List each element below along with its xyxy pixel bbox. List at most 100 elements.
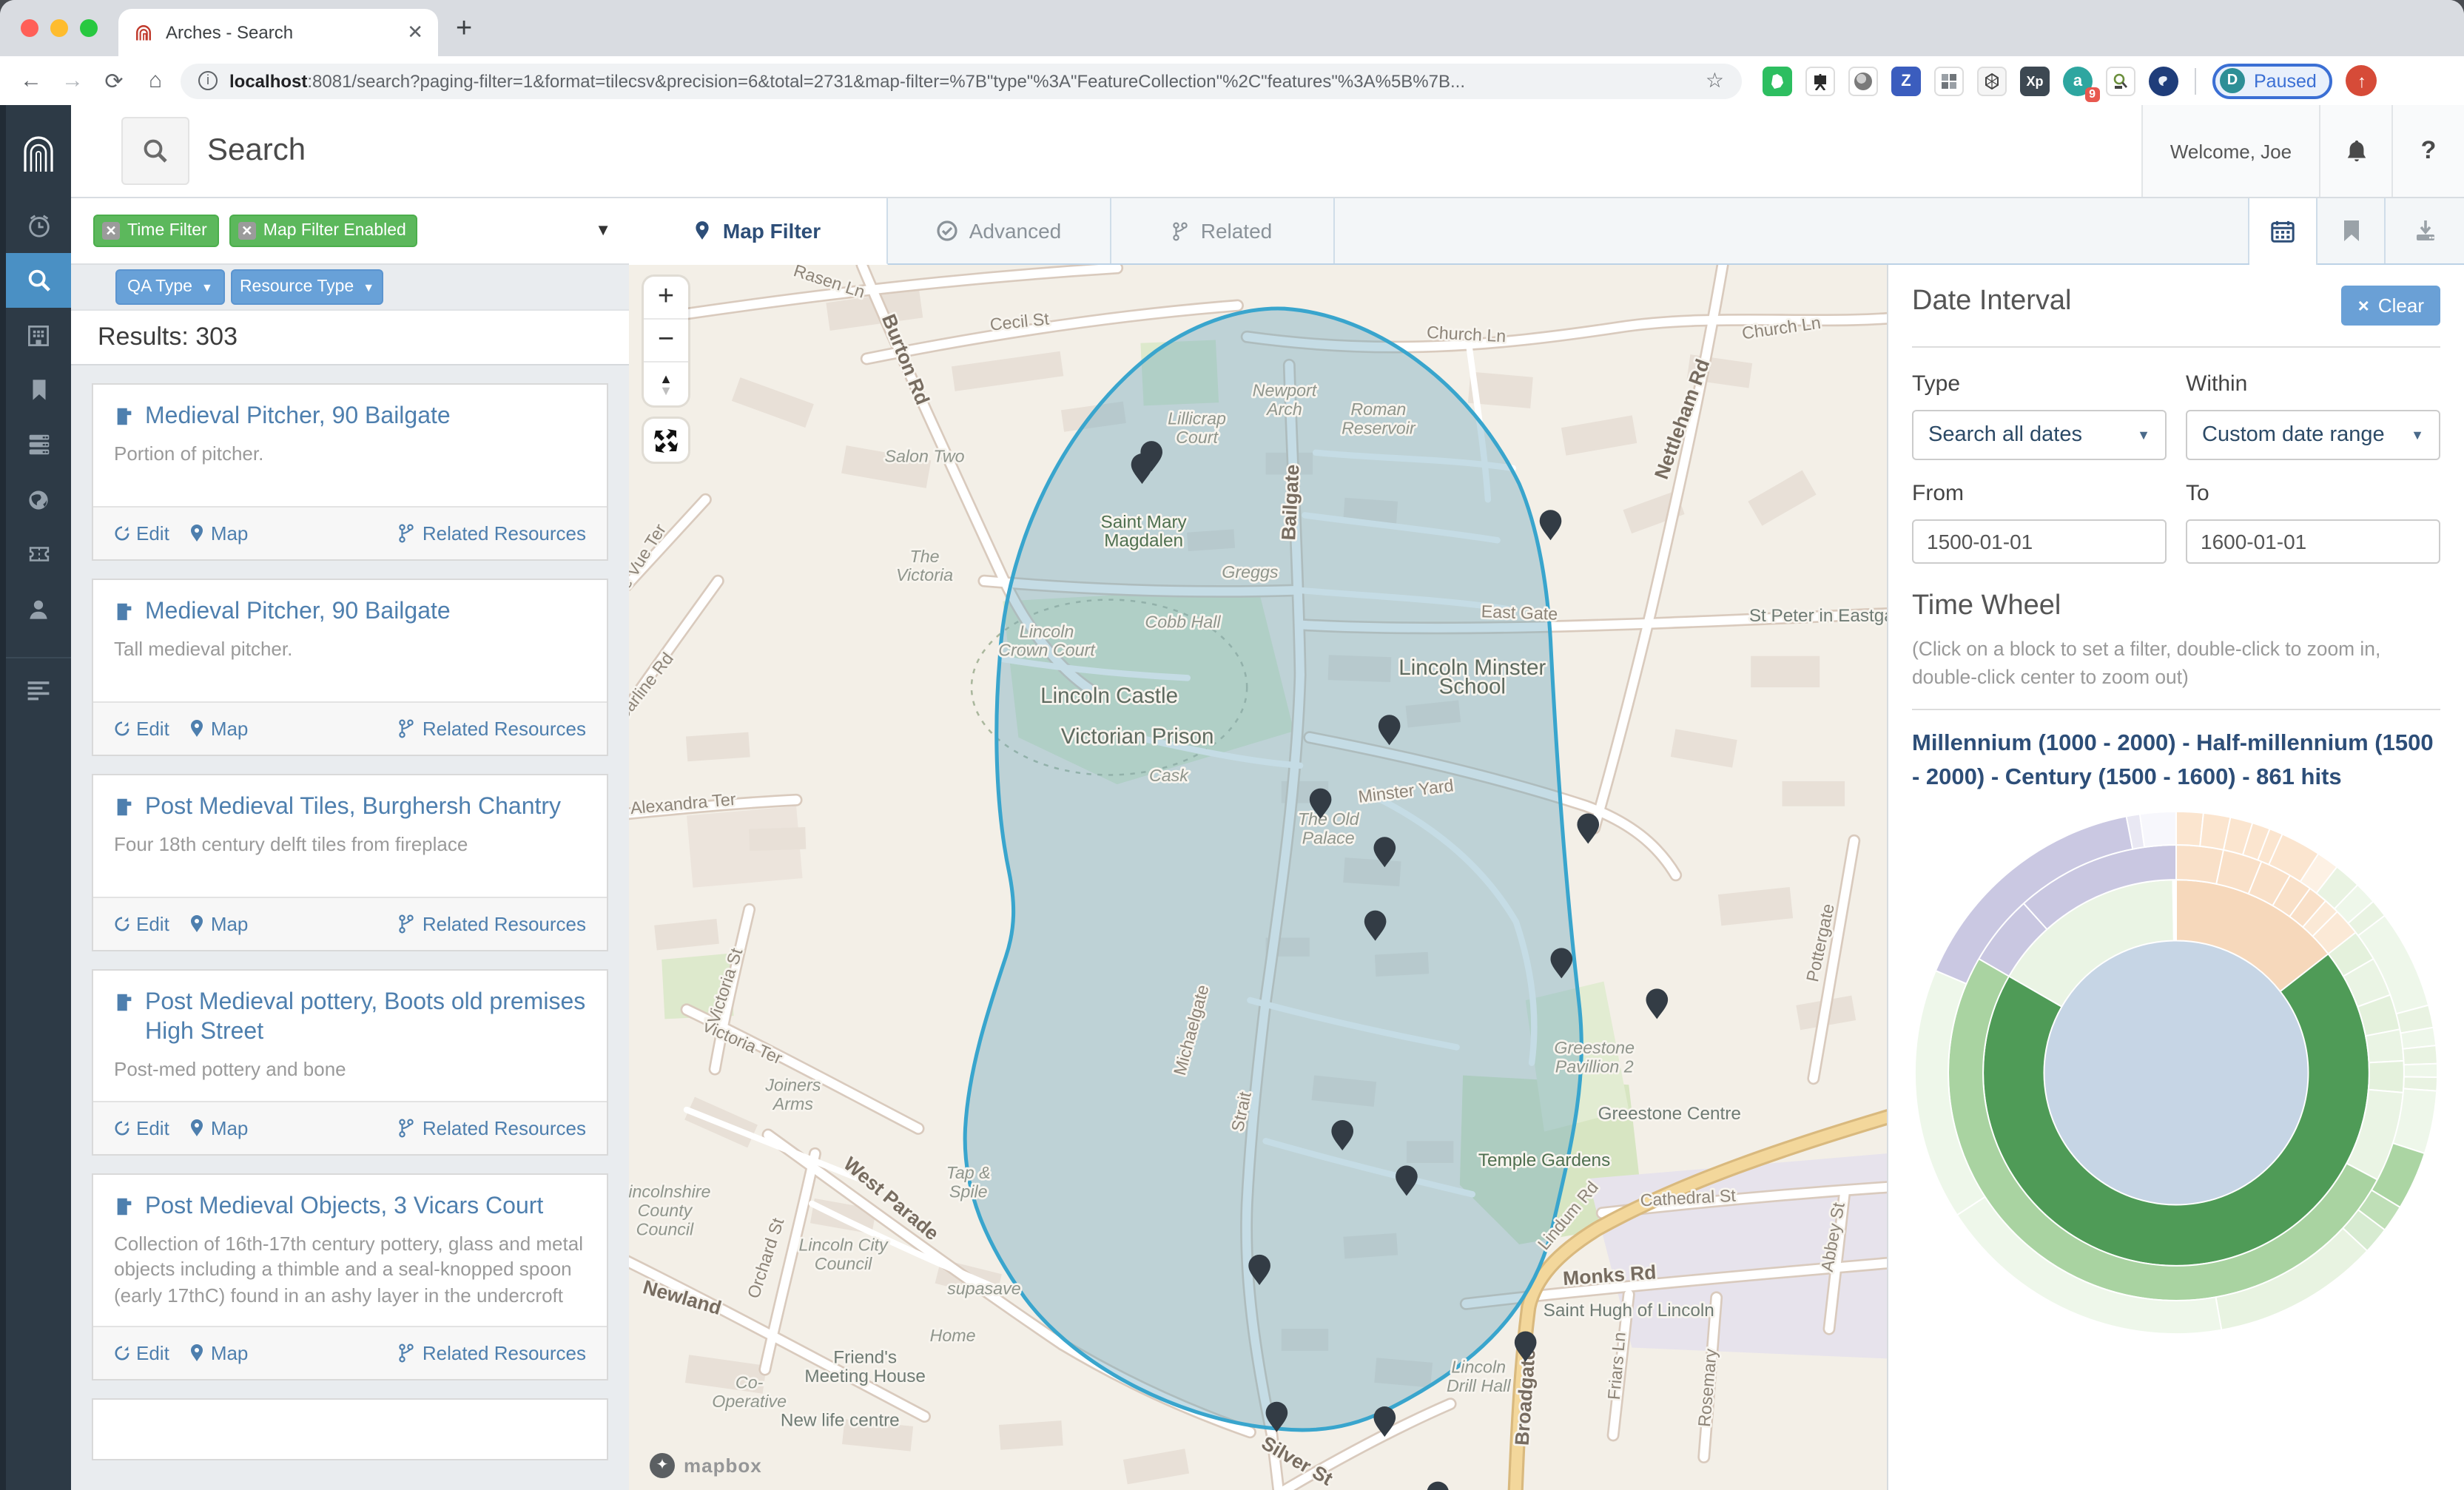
sidebar-item-profile[interactable] — [6, 581, 71, 636]
welcome-user-button[interactable]: Welcome, Joe — [2141, 105, 2319, 197]
remove-map-filter-icon[interactable]: ✕ — [238, 222, 256, 240]
tab-advanced[interactable]: Advanced — [888, 198, 1111, 263]
browser-tab[interactable]: Arches - Search ✕ — [118, 9, 438, 56]
result-card-partial[interactable] — [92, 1398, 608, 1460]
clear-date-filter-button[interactable]: ×Clear — [2342, 286, 2440, 326]
search-input[interactable]: Search — [207, 133, 2141, 169]
result-card[interactable]: Post Medieval Tiles, Burghersh Chantry F… — [92, 774, 608, 951]
zotero-icon[interactable]: Z — [1891, 66, 1921, 95]
sidebar-item-provisional-edits[interactable] — [6, 527, 71, 581]
zoom-out-button[interactable]: − — [644, 320, 688, 363]
minimize-window-button[interactable] — [50, 19, 68, 37]
update-browser-icon[interactable]: ↑ — [2346, 65, 2377, 96]
arches-logo[interactable] — [6, 105, 71, 198]
edit-link[interactable]: Edit — [114, 522, 169, 545]
fullscreen-button[interactable] — [644, 419, 688, 462]
map-filter-polygon[interactable] — [965, 309, 1581, 1430]
bookmark-star-icon[interactable]: ☆ — [1706, 68, 1724, 93]
remove-time-filter-icon[interactable]: ✕ — [102, 222, 120, 240]
sidebar-item-menu[interactable] — [6, 657, 71, 719]
time-filter-badge[interactable]: ✕Time Filter — [93, 215, 219, 247]
time-wheel-chart[interactable] — [1912, 803, 2440, 1342]
sidebar-item-graph-manager[interactable] — [6, 308, 71, 363]
edit-link[interactable]: Edit — [114, 1342, 169, 1364]
related-resources-link[interactable]: Related Resources — [399, 1342, 586, 1364]
sidebar-item-data-manager[interactable] — [6, 417, 71, 472]
close-window-button[interactable] — [21, 19, 38, 37]
time-wheel-segment[interactable] — [2366, 1030, 2403, 1063]
map-link[interactable]: Map — [190, 718, 249, 740]
circle-extension-icon[interactable] — [1848, 66, 1878, 95]
zoom-in-button[interactable]: + — [644, 277, 688, 320]
site-info-icon[interactable]: i — [198, 71, 218, 90]
related-resources-link[interactable]: Related Resources — [399, 1116, 586, 1139]
time-wheel-center[interactable] — [2044, 941, 2309, 1205]
globe-extension-icon[interactable] — [2149, 66, 2178, 95]
grid-extension-icon[interactable] — [1934, 66, 1964, 95]
sidebar-item-map-layers[interactable] — [6, 472, 71, 527]
qa-type-dropdown[interactable]: QA Type▼ — [115, 269, 225, 305]
related-resources-link[interactable]: Related Resources — [399, 522, 586, 545]
map-link[interactable]: Map — [190, 1342, 249, 1364]
time-wheel-segment[interactable] — [2140, 812, 2176, 847]
active-filters-bar[interactable]: ✕Time Filter ✕Map Filter Enabled ▼ — [71, 198, 629, 265]
evernote-icon[interactable] — [1763, 66, 1792, 95]
map-link[interactable]: Map — [190, 1116, 249, 1139]
home-icon[interactable]: ⌂ — [139, 68, 172, 93]
back-icon[interactable]: ← — [15, 68, 47, 93]
time-wheel-segment[interactable] — [2404, 1064, 2437, 1077]
result-title-link[interactable]: Post Medieval pottery, Boots old premise… — [114, 988, 586, 1048]
result-title-link[interactable]: Post Medieval Tiles, Burghersh Chantry — [114, 793, 586, 823]
map-filter-badge[interactable]: ✕Map Filter Enabled — [229, 215, 418, 247]
from-date-input[interactable] — [1912, 519, 2167, 564]
xpath-extension-icon[interactable]: Xp — [2020, 66, 2050, 95]
search-button[interactable] — [121, 117, 189, 185]
filters-dropdown-caret-icon[interactable]: ▼ — [595, 222, 611, 240]
related-resources-link[interactable]: Related Resources — [399, 718, 586, 740]
sidebar-item-search[interactable] — [6, 253, 71, 308]
sidebar-item-resource-manager[interactable] — [6, 363, 71, 417]
to-date-input[interactable] — [2186, 519, 2440, 564]
date-type-select[interactable]: Search all dates▼ — [1912, 410, 2167, 460]
map-link[interactable]: Map — [190, 522, 249, 545]
edit-link[interactable]: Edit — [114, 1116, 169, 1139]
forward-icon[interactable]: → — [56, 68, 89, 93]
close-tab-icon[interactable]: ✕ — [407, 21, 423, 44]
profile-paused-badge[interactable]: D Paused — [2212, 63, 2333, 98]
maximize-window-button[interactable] — [80, 19, 98, 37]
time-wheel-segment[interactable] — [2403, 1046, 2437, 1065]
map-canvas[interactable]: Rasen LnCecil StChurch LnChurch LnNettle… — [629, 265, 1887, 1490]
date-within-select[interactable]: Custom date range▼ — [2186, 410, 2440, 460]
geojson-io-icon[interactable] — [1977, 66, 2007, 95]
time-wheel-segment[interactable] — [2369, 1061, 2404, 1093]
edit-link[interactable]: Edit — [114, 718, 169, 740]
tab-time-filter[interactable] — [2249, 198, 2317, 265]
tab-related[interactable]: Related — [1111, 198, 1335, 263]
result-card[interactable]: Post Medieval pottery, Boots old premise… — [92, 969, 608, 1155]
magnifier-extension-icon[interactable] — [2106, 66, 2135, 95]
tab-saved-searches[interactable] — [2317, 198, 2386, 263]
related-resources-link[interactable]: Related Resources — [399, 913, 586, 935]
map-link[interactable]: Map — [190, 913, 249, 935]
sidebar-item-recent-activity[interactable] — [6, 198, 71, 253]
time-wheel-segment[interactable] — [2172, 880, 2176, 941]
tab-export[interactable] — [2386, 198, 2464, 263]
result-title-link[interactable]: Medieval Pitcher, 90 Bailgate — [114, 598, 586, 627]
tab-map-filter[interactable]: Map Filter — [629, 198, 888, 265]
time-wheel-segment[interactable] — [2176, 845, 2224, 884]
easel-extension-icon[interactable] — [1805, 66, 1835, 95]
new-tab-button[interactable]: + — [456, 13, 472, 46]
time-wheel-segment[interactable] — [2176, 812, 2204, 846]
a-extension-icon[interactable]: a9 — [2063, 66, 2093, 95]
result-card[interactable]: Post Medieval Objects, 3 Vicars Court Co… — [92, 1173, 608, 1381]
resource-type-dropdown[interactable]: Resource Type▼ — [231, 269, 383, 305]
result-title-link[interactable]: Medieval Pitcher, 90 Bailgate — [114, 402, 586, 432]
reload-icon[interactable]: ⟳ — [98, 67, 130, 94]
map-attribution[interactable]: ✦ mapbox — [650, 1453, 762, 1478]
help-button[interactable]: ? — [2391, 105, 2464, 197]
compass-control[interactable]: ▲ ▼ — [644, 363, 688, 405]
address-bar[interactable]: i localhost:8081/search?paging-filter=1&… — [181, 63, 1742, 98]
result-title-link[interactable]: Post Medieval Objects, 3 Vicars Court — [114, 1192, 586, 1221]
result-card[interactable]: Medieval Pitcher, 90 Bailgate Tall medie… — [92, 579, 608, 756]
edit-link[interactable]: Edit — [114, 913, 169, 935]
